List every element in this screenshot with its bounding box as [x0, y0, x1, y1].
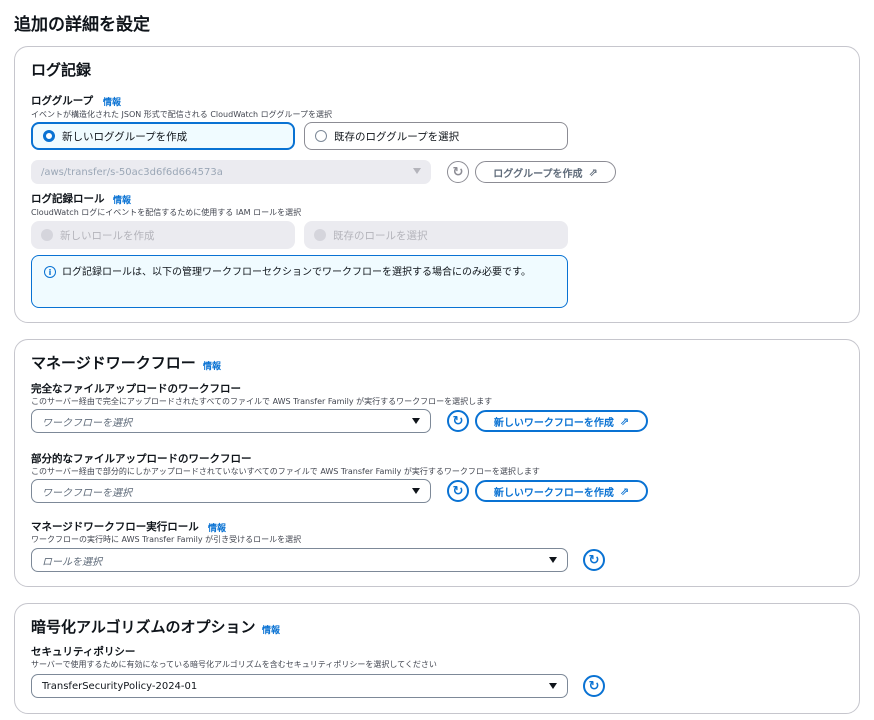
log-group-description: イベントが構造化された JSON 形式で配信される CloudWatch ロググ…: [31, 110, 333, 119]
radio-unselected-icon: [315, 130, 327, 142]
logging-role-info-link[interactable]: 情報: [113, 193, 131, 206]
logging-role-label: ログ記録ロール: [31, 193, 105, 205]
info-alert-text: ログ記録ロールは、以下の管理ワークフローセクションでワークフローを選択する場合に…: [62, 267, 531, 278]
external-link-icon: ⇗: [619, 484, 630, 498]
select-placeholder: ロールを選択: [42, 556, 102, 568]
chevron-down-icon: [549, 557, 557, 563]
full-upload-workflow-description: このサーバー経由で完全にアップロードされたすべてのファイルで AWS Trans…: [31, 397, 493, 406]
full-workflow-refresh-icon[interactable]: ↻: [447, 410, 469, 432]
security-policy-refresh-icon[interactable]: ↻: [583, 675, 605, 697]
chevron-down-icon: [549, 683, 557, 689]
create-workflow-label: 新しいワークフローを作成: [493, 487, 614, 499]
security-policy-description: サーバーで使用するために有効になっている暗号化アルゴリズムを含むセキュリティポリ…: [31, 660, 437, 669]
log-group-info-link[interactable]: 情報: [103, 95, 121, 108]
radio-disabled-icon: [41, 229, 53, 241]
security-policy-value: TransferSecurityPolicy-2024-01: [42, 680, 198, 692]
create-workflow-label: 新しいワークフローを作成: [493, 417, 614, 429]
create-full-workflow-button[interactable]: 新しいワークフローを作成 ⇗: [475, 410, 648, 432]
chevron-down-icon: [412, 488, 420, 494]
workflow-panel: マネージドワークフロー 情報 完全なファイルアップロードのワークフロー このサー…: [14, 339, 860, 587]
chevron-down-icon: [413, 168, 421, 174]
create-partial-workflow-button[interactable]: 新しいワークフローを作成 ⇗: [475, 480, 648, 502]
info-alert: i ログ記録ロールは、以下の管理ワークフローセクションでワークフローを選択する場…: [31, 255, 568, 308]
create-log-group-button[interactable]: ロググループを作成 ⇗: [475, 161, 616, 183]
create-log-group-label: ロググループを作成: [493, 168, 583, 180]
new-role-option[interactable]: 新しいロールを作成: [31, 221, 295, 249]
external-link-icon: ⇗: [588, 165, 598, 179]
radio-selected-icon: [43, 130, 55, 142]
partial-upload-workflow-description: このサーバー経由で部分的にしかアップロードされていないすべてのファイルで AWS…: [31, 467, 540, 476]
full-upload-workflow-select[interactable]: ワークフローを選択: [31, 409, 431, 433]
log-group-label: ロググループ: [31, 95, 94, 107]
workflow-role-info-link[interactable]: 情報: [208, 521, 226, 534]
log-group-select-value: /aws/transfer/s-50ac3d6f6d664573a: [41, 166, 223, 178]
workflow-role-label: マネージドワークフロー実行ロール: [31, 521, 199, 533]
workflow-info-link[interactable]: 情報: [203, 359, 221, 372]
logging-role-description: CloudWatch ログにイベントを配信するために使用する IAM ロールを選…: [31, 208, 302, 217]
existing-role-option[interactable]: 既存のロールを選択: [304, 221, 568, 249]
chevron-down-icon: [412, 418, 420, 424]
existing-log-group-option[interactable]: 既存のロググループを選択: [304, 122, 568, 150]
existing-log-group-label: 既存のロググループを選択: [334, 130, 460, 143]
partial-upload-workflow-select[interactable]: ワークフローを選択: [31, 479, 431, 503]
page-title: 追加の詳細を設定: [14, 15, 150, 35]
partial-upload-workflow-label: 部分的なファイルアップロードのワークフロー: [31, 453, 252, 465]
info-circle-icon: i: [44, 266, 56, 278]
workflow-panel-title: マネージドワークフロー: [31, 354, 196, 372]
encryption-info-link[interactable]: 情報: [262, 623, 280, 636]
radio-disabled-icon: [314, 229, 326, 241]
existing-role-label: 既存のロールを選択: [333, 229, 428, 242]
logging-panel-title: ログ記録: [31, 61, 92, 79]
select-placeholder: ワークフローを選択: [42, 417, 132, 429]
workflow-role-refresh-icon[interactable]: ↻: [583, 549, 605, 571]
workflow-role-select[interactable]: ロールを選択: [31, 548, 568, 572]
encryption-panel: 暗号化アルゴリズムのオプション 情報 セキュリティポリシー サーバーで使用するた…: [14, 603, 860, 714]
full-upload-workflow-label: 完全なファイルアップロードのワークフロー: [31, 383, 241, 395]
logging-panel: ログ記録 ロググループ 情報 イベントが構造化された JSON 形式で配信される…: [14, 46, 860, 323]
external-link-icon: ⇗: [619, 414, 630, 428]
log-group-select[interactable]: /aws/transfer/s-50ac3d6f6d664573a: [31, 160, 431, 184]
new-log-group-label: 新しいロググループを作成: [62, 130, 188, 143]
new-log-group-option[interactable]: 新しいロググループを作成: [31, 122, 295, 150]
security-policy-label: セキュリティポリシー: [31, 646, 136, 658]
partial-workflow-refresh-icon[interactable]: ↻: [447, 480, 469, 502]
log-group-refresh-icon[interactable]: ↻: [447, 161, 469, 183]
encryption-panel-title: 暗号化アルゴリズムのオプション: [31, 618, 256, 636]
workflow-role-description: ワークフローの実行時に AWS Transfer Family が引き受けるロー…: [31, 535, 302, 544]
new-role-label: 新しいロールを作成: [60, 229, 155, 242]
select-placeholder: ワークフローを選択: [42, 487, 132, 499]
refresh-glyph: ↻: [452, 164, 464, 180]
security-policy-select[interactable]: TransferSecurityPolicy-2024-01: [31, 674, 568, 698]
